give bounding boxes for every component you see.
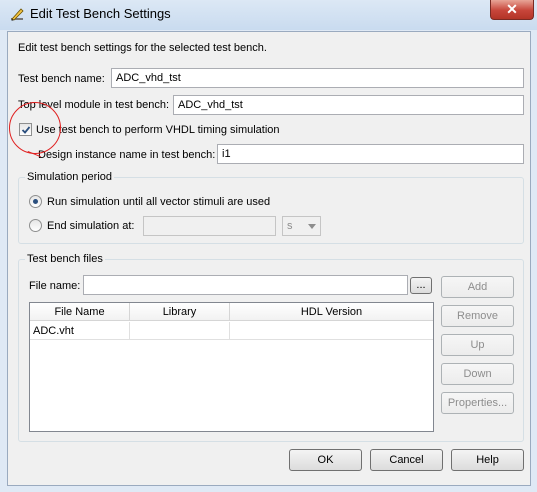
radio-selected-dot	[33, 199, 38, 204]
test-bench-name-input[interactable]: ADC_vhd_tst	[111, 68, 524, 88]
time-unit-select[interactable]: s	[282, 216, 321, 236]
table-cell-library	[130, 322, 230, 340]
up-button[interactable]: Up	[441, 334, 514, 356]
window-title: Edit Test Bench Settings	[30, 6, 171, 21]
remove-button[interactable]: Remove	[441, 305, 514, 327]
help-button[interactable]: Help	[451, 449, 524, 471]
down-button[interactable]: Down	[441, 363, 514, 385]
add-button[interactable]: Add	[441, 276, 514, 298]
table-cell-file-name: ADC.vht	[30, 322, 130, 340]
top-level-module-input[interactable]: ADC_vhd_tst	[173, 95, 524, 115]
column-header-library[interactable]: Library	[130, 303, 230, 321]
end-simulation-at-label[interactable]: End simulation at:	[47, 219, 134, 233]
test-bench-name-label: Test bench name:	[18, 73, 105, 85]
run-until-stimuli-label[interactable]: Run simulation until all vector stimuli …	[47, 195, 270, 209]
edit-pencil-icon	[11, 8, 24, 21]
browse-button[interactable]: ...	[410, 277, 432, 294]
test-bench-files-title: Test bench files	[25, 252, 105, 266]
column-header-hdl-version[interactable]: HDL Version	[230, 303, 433, 321]
properties-button[interactable]: Properties...	[441, 392, 514, 414]
run-until-stimuli-radio[interactable]	[29, 195, 42, 208]
annotation-circle	[9, 102, 61, 154]
table-row[interactable]: ADC.vht	[30, 322, 433, 340]
end-simulation-at-radio[interactable]	[29, 219, 42, 232]
design-instance-name-label: Design instance name in test bench:	[38, 149, 216, 161]
design-instance-name-input[interactable]: i1	[217, 144, 524, 164]
time-unit-value: s	[287, 220, 293, 232]
table-cell-hdl-version	[230, 322, 433, 340]
dialog-description: Edit test bench settings for the selecte…	[18, 42, 267, 54]
ok-button[interactable]: OK	[289, 449, 362, 471]
column-header-file-name[interactable]: File Name	[30, 303, 130, 321]
file-name-input[interactable]	[83, 275, 408, 295]
file-name-label: File name:	[29, 280, 81, 292]
use-timing-simulation-label[interactable]: Use test bench to perform VHDL timing si…	[36, 123, 280, 137]
end-time-input[interactable]	[143, 216, 276, 236]
simulation-period-title: Simulation period	[25, 170, 114, 184]
chevron-down-icon	[308, 224, 316, 229]
file-table: File Name Library HDL Version ADC.vht	[29, 302, 434, 432]
cancel-button[interactable]: Cancel	[370, 449, 443, 471]
close-button[interactable]: ✕	[490, 0, 534, 20]
